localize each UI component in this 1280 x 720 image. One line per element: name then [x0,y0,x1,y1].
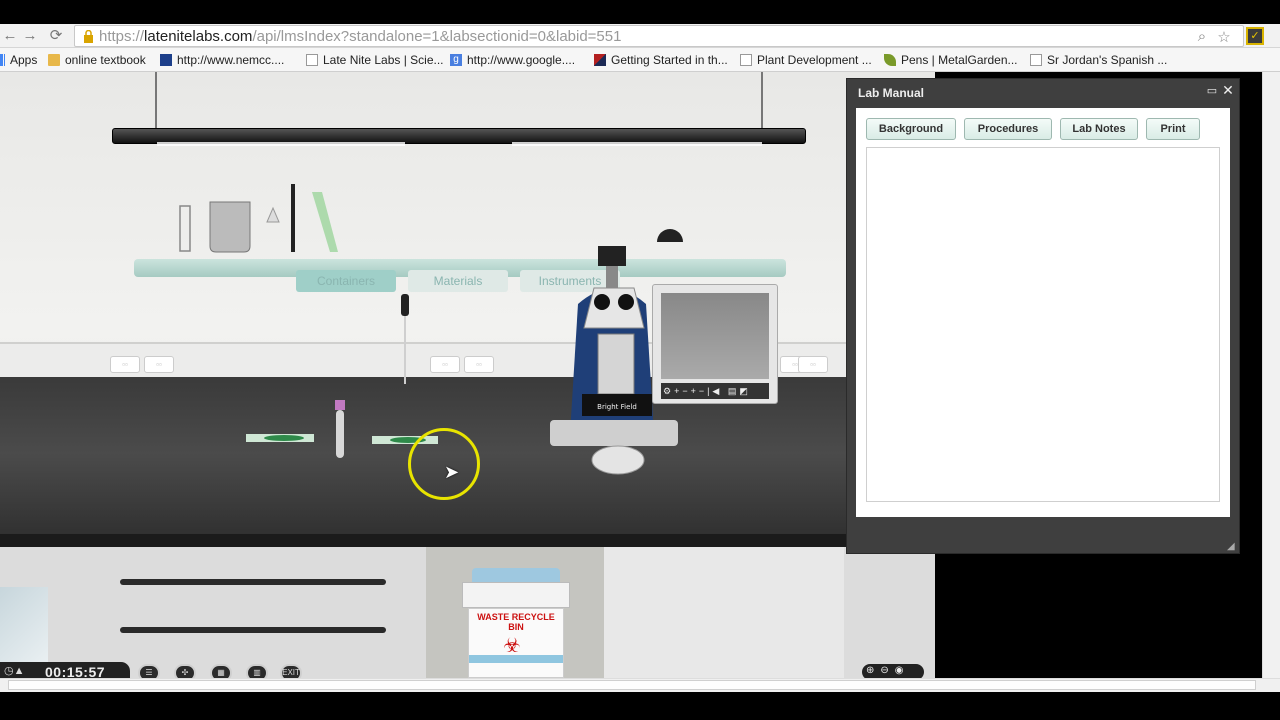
bookmarks-bar: Apps online textbook http://www.nemcc...… [0,48,1280,72]
google-icon: g [450,54,462,66]
bin-top [462,582,570,608]
vertical-scrollbar[interactable] [1262,72,1280,678]
outlet-icon: ▫▫ [464,356,494,373]
bookmark-plant-development[interactable]: Plant Development ... [740,52,872,68]
mouse-cursor-icon: ➤ [444,462,460,482]
bookmark-label: Pens | MetalGarden... [901,53,1018,67]
forward-arrow-icon[interactable]: → [20,26,40,46]
url-scheme: https:// [99,28,145,45]
tab-containers[interactable]: Containers [296,270,396,292]
bookmark-apps[interactable]: Apps [0,52,37,68]
bookmark-label: online textbook [65,53,146,67]
lab-manual-content[interactable] [866,147,1220,502]
light-glow [157,142,405,146]
lab-manual-title: Lab Manual [858,86,925,100]
waste-recycle-bin[interactable]: WASTE RECYCLE BIN ☣ [462,568,570,678]
maximize-icon[interactable]: ▭ [1205,84,1219,98]
zoom-buttons-icon[interactable]: ⊕⊖◉ [866,665,909,676]
close-icon[interactable]: ✕ [1221,82,1235,98]
bookmark-label: Sr Jordan's Spanish ... [1047,53,1168,67]
horizontal-scrollbar-thumb[interactable] [8,680,1256,690]
bookmark-label: Plant Development ... [757,53,872,67]
dropper-icon[interactable] [398,294,412,386]
bookmark-label: http://www.google.... [467,53,576,67]
bookmark-google[interactable]: g http://www.google.... [450,52,575,68]
cabinet-door[interactable] [604,547,844,678]
graduated-cylinder-icon [179,205,191,252]
bin-body: WASTE RECYCLE BIN ☣ [468,608,564,678]
page-icon [306,54,318,66]
lab-notes-button[interactable]: Lab Notes [1060,118,1138,140]
lock-icon [84,30,93,43]
zoom-magnifier-icon[interactable]: ⌕ [1193,28,1211,45]
window-top-strip [0,0,1280,24]
apps-grid-icon [0,54,5,66]
microscope-label: Bright Field [597,403,637,411]
page-icon [1030,54,1042,66]
light-rod [761,72,763,130]
procedures-button[interactable]: Procedures [964,118,1052,140]
shelf-equipment [179,184,338,253]
slide-icon[interactable] [246,432,316,446]
print-button[interactable]: Print [1146,118,1200,140]
viewer-screen [661,293,769,379]
bin-label: WASTE RECYCLE BIN [477,612,555,632]
bookmark-late-nite-labs[interactable]: Late Nite Labs | Scie... [306,52,444,68]
url-host: latenitelabs.com [144,28,253,45]
site-favicon-icon [160,54,172,66]
beaker-icon [209,201,251,253]
light-rod [155,72,157,130]
address-bar[interactable]: https://latenitelabs.com/api/lmsIndex?st… [74,25,1244,47]
test-tube-icon[interactable] [332,398,348,462]
slide-icon [312,192,338,252]
bookmark-label: http://www.nemcc.... [177,53,285,67]
extension-icon[interactable]: ✓ [1246,27,1264,45]
url-path: /api/lmsIndex?standalone=1&labsectionid=… [252,28,622,45]
drawer-handle[interactable] [120,627,386,633]
bookmark-getting-started[interactable]: Getting Started in th... [594,52,728,68]
clock-icon: ◷▲ [4,665,25,677]
resize-grip-icon[interactable]: ◢ [1227,541,1239,553]
lab-manual-body: Background Procedures Lab Notes Print [856,108,1230,517]
dome-icon [657,229,683,242]
reload-icon[interactable]: ⟳ [46,26,66,46]
folder-icon [48,54,60,66]
outlet-icon: ▫▫ [144,356,174,373]
page-icon [740,54,752,66]
virtual-lab-scene: Containers Materials Instruments ▫▫ ▫▫ ▫… [0,72,935,678]
bookmark-online-textbook[interactable]: online textbook [48,52,146,68]
drawer-handle[interactable] [120,579,386,585]
dropper-icon [291,184,295,252]
bookmark-star-icon[interactable]: ☆ [1215,28,1233,46]
outlet-icon: ▫▫ [430,356,460,373]
background-button[interactable]: Background [866,118,956,140]
tab-materials[interactable]: Materials [408,270,508,292]
bookmark-pens-metalgarden[interactable]: Pens | MetalGarden... [884,52,1018,68]
bookmark-label: Getting Started in th... [611,53,728,67]
viewer-controls[interactable]: ⚙+−+−|◀ ▤◩ [661,383,769,399]
bookmark-label: Apps [10,53,38,67]
outlet-icon: ▫▫ [798,356,828,373]
url-text: https://latenitelabs.com/api/lmsIndex?st… [99,28,621,45]
site-favicon-icon [594,54,606,66]
microscope-viewer[interactable]: ⚙+−+−|◀ ▤◩ [652,284,778,404]
light-glow [512,142,762,146]
back-arrow-icon[interactable]: ← [0,26,20,46]
bookmark-sr-jordans-spanish[interactable]: Sr Jordan's Spanish ... [1030,52,1167,68]
bin-stripe [469,655,563,663]
bin-lid [472,568,560,582]
outlet-icon: ▫▫ [110,356,140,373]
bookmark-label: Late Nite Labs | Scie... [323,53,444,67]
leaf-icon [884,54,896,66]
bookmark-nemcc[interactable]: http://www.nemcc.... [160,52,284,68]
flask-icon [266,206,280,223]
lab-manual-window[interactable]: Lab Manual ▭ ✕ Background Procedures Lab… [846,78,1240,554]
browser-toolbar: ← → ⟳ https://latenitelabs.com/api/lmsIn… [0,24,1280,48]
